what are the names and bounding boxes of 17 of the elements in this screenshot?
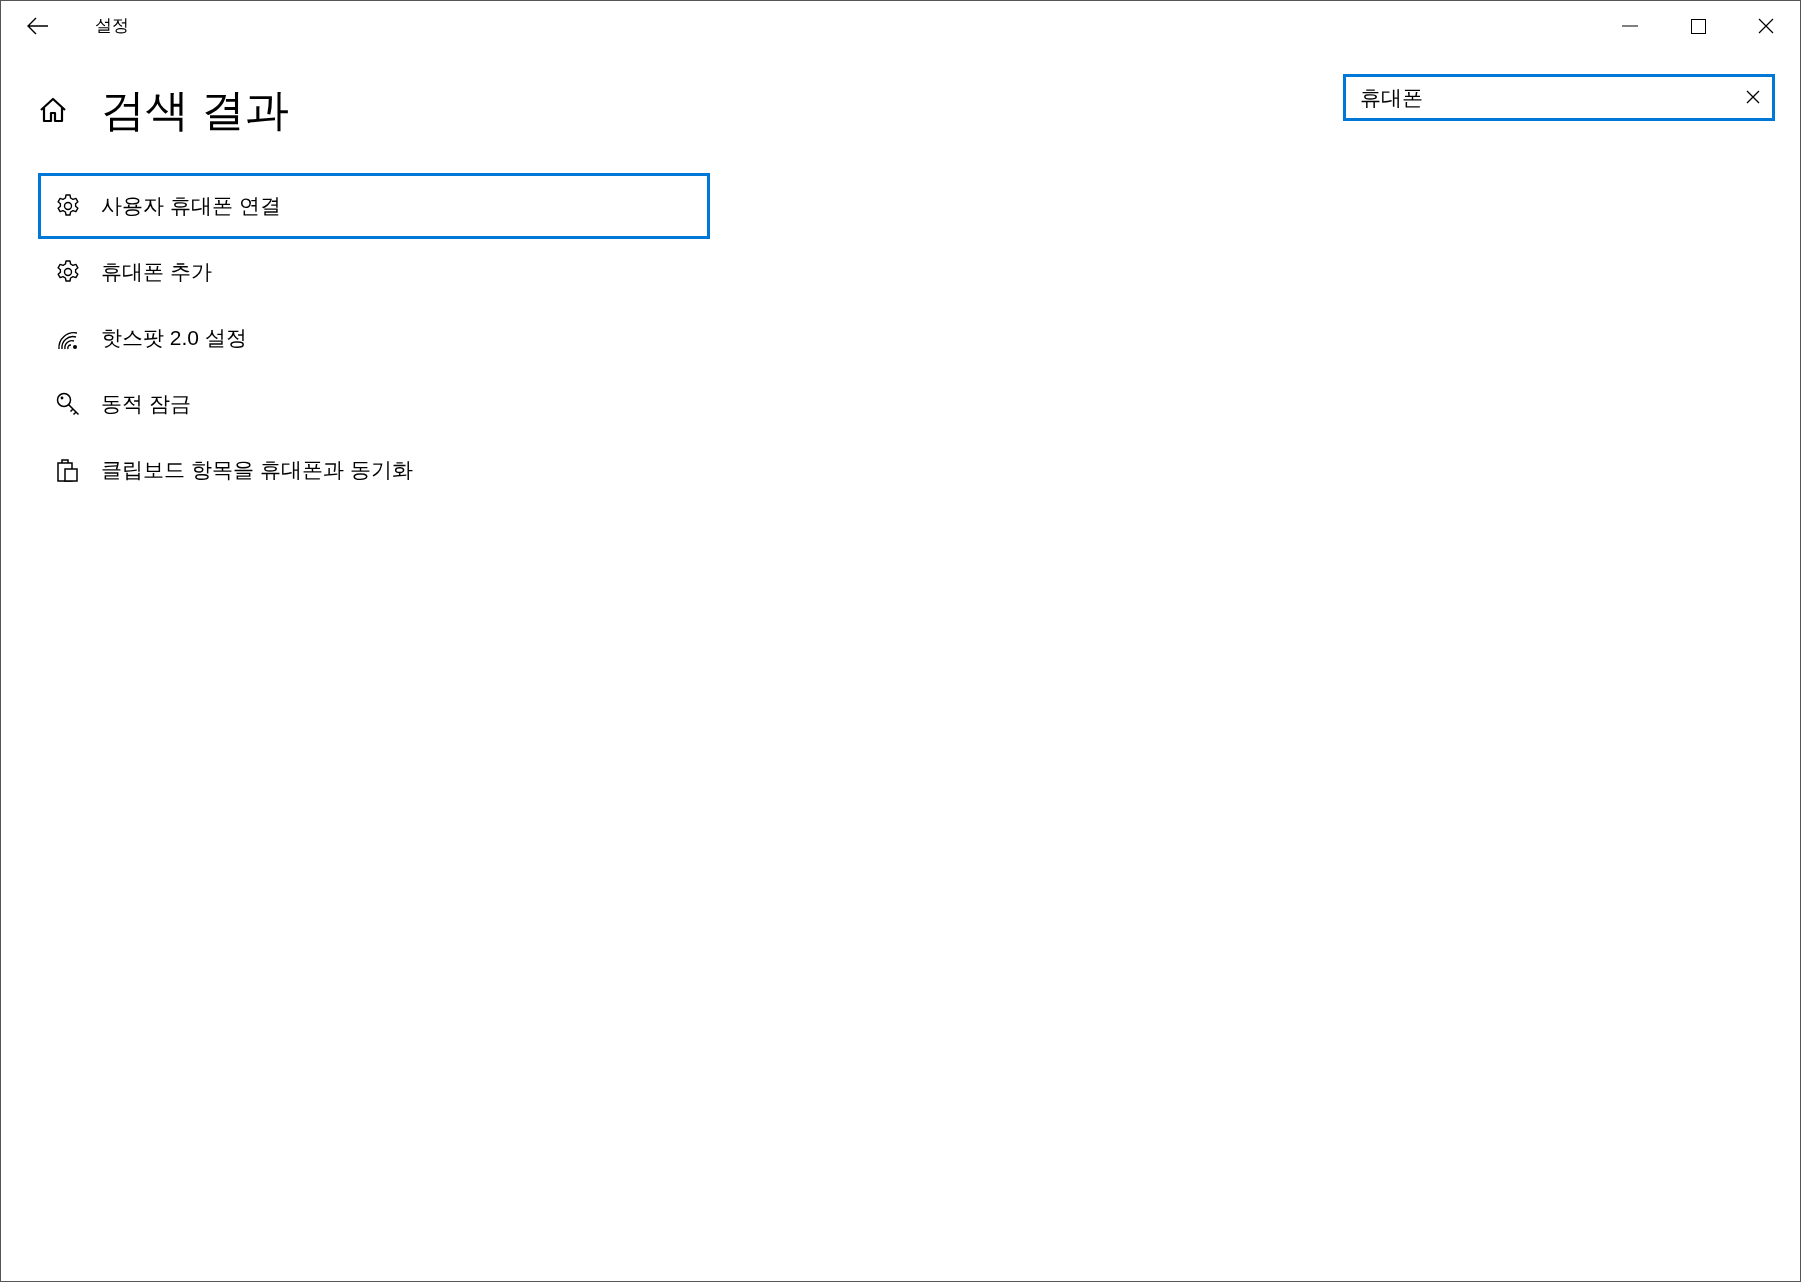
page-heading: 검색 결과 bbox=[101, 88, 290, 132]
window-title: 설정 bbox=[95, 15, 129, 38]
search-field[interactable]: 휴대폰 bbox=[1343, 74, 1775, 121]
search-result-item[interactable]: 핫스팟 2.0 설정 bbox=[38, 305, 710, 371]
search-result-item[interactable]: 휴대폰 추가 bbox=[38, 239, 710, 305]
maximize-icon bbox=[1690, 18, 1706, 34]
search-result-item[interactable]: 클립보드 항목을 휴대폰과 동기화 bbox=[38, 437, 710, 503]
home-icon[interactable] bbox=[38, 95, 68, 125]
back-arrow-icon bbox=[27, 17, 49, 35]
clipboard-icon bbox=[55, 457, 81, 483]
minimize-icon bbox=[1622, 25, 1638, 27]
search-result-item[interactable]: 동적 잠금 bbox=[38, 371, 710, 437]
search-result-item[interactable]: 사용자 휴대폰 연결 bbox=[38, 173, 710, 239]
key-icon bbox=[55, 391, 81, 417]
gear-icon bbox=[55, 193, 81, 219]
gear-icon bbox=[55, 259, 81, 285]
close-icon bbox=[1758, 18, 1774, 34]
